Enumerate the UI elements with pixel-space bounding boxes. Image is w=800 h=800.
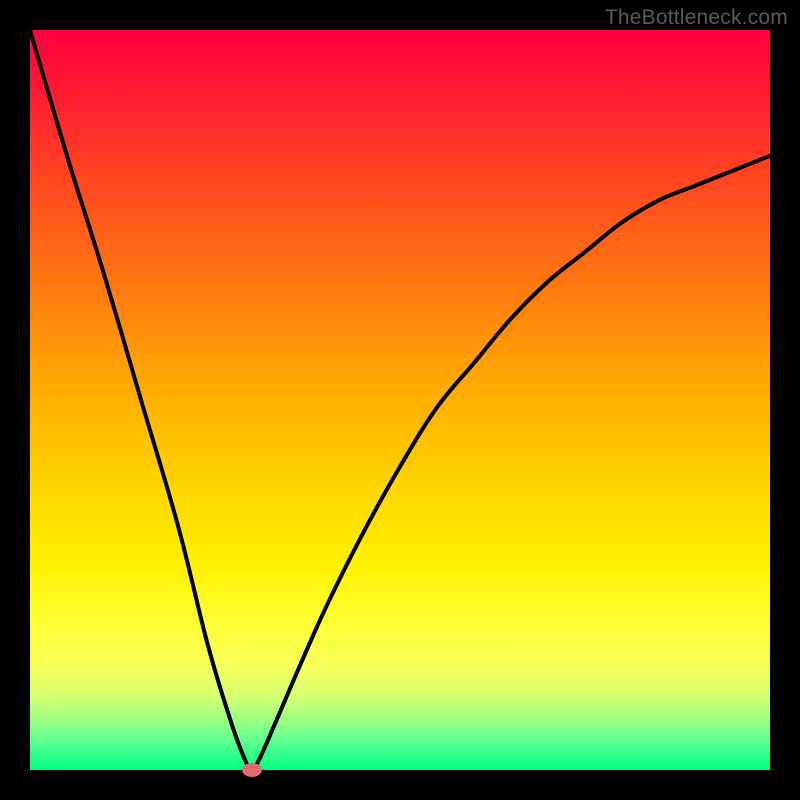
curve-svg: [30, 30, 770, 770]
bottleneck-curve: [30, 30, 770, 770]
watermark-text: TheBottleneck.com: [605, 6, 788, 30]
chart-frame: TheBottleneck.com: [0, 0, 800, 800]
plot-area: [30, 30, 770, 770]
minimum-marker: [242, 763, 262, 777]
